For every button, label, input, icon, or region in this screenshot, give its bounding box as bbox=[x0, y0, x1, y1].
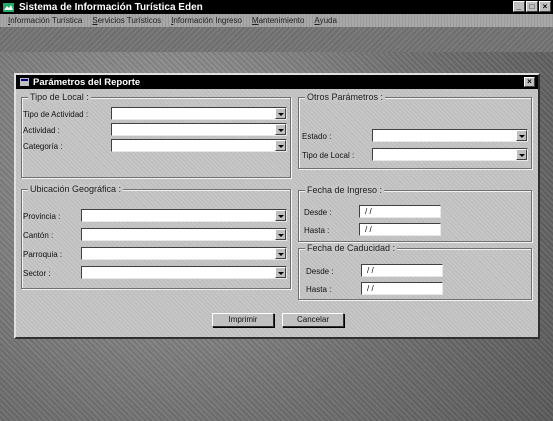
sector-label: Sector : bbox=[23, 269, 51, 278]
fecha-ingreso-legend: Fecha de Ingreso : bbox=[305, 185, 385, 195]
categoria-combo[interactable] bbox=[111, 139, 287, 152]
actividad-label: Actividad : bbox=[23, 126, 60, 135]
tipo-actividad-label: Tipo de Actividad : bbox=[23, 110, 89, 119]
menu-ayuda[interactable]: Ayuda bbox=[312, 16, 339, 25]
otros-parametros-legend: Otros Parámetros : bbox=[305, 92, 386, 102]
caducidad-desde-field[interactable]: / / bbox=[361, 264, 443, 277]
ingreso-hasta-label: Hasta : bbox=[304, 226, 330, 235]
ingreso-hasta-field[interactable]: / / bbox=[359, 223, 441, 236]
imprimir-button[interactable]: Imprimir bbox=[212, 313, 274, 327]
categoria-label: Categoría : bbox=[23, 142, 63, 151]
caducidad-hasta-label: Hasta : bbox=[306, 285, 332, 294]
caducidad-desde-label: Desde : bbox=[306, 267, 334, 276]
chevron-down-icon[interactable] bbox=[275, 248, 286, 259]
canton-combo[interactable] bbox=[81, 228, 287, 241]
close-button[interactable]: × bbox=[539, 1, 551, 12]
report-parameters-dialog: Parámetros del Reporte × Tipo de Local :… bbox=[14, 73, 540, 339]
tipo-local-label: Tipo de Local : bbox=[302, 151, 355, 160]
chevron-down-icon[interactable] bbox=[275, 108, 286, 119]
chevron-down-icon[interactable] bbox=[275, 140, 286, 151]
actividad-combo[interactable] bbox=[111, 123, 287, 136]
caducidad-hasta-field[interactable]: / / bbox=[361, 282, 443, 295]
dialog-titlebar: Parámetros del Reporte × bbox=[16, 75, 538, 89]
parroquia-combo[interactable] bbox=[81, 247, 287, 260]
ingreso-desde-label: Desde : bbox=[304, 208, 332, 217]
sector-combo[interactable] bbox=[81, 266, 287, 279]
parroquia-label: Parroquia : bbox=[23, 250, 63, 259]
main-window: Sistema de Información Turística Eden _ … bbox=[0, 0, 553, 421]
tipo-local-legend: Tipo de Local : bbox=[28, 92, 91, 102]
menu-informacion-turistica[interactable]: Información Turística bbox=[6, 16, 84, 25]
dialog-title: Parámetros del Reporte bbox=[33, 76, 141, 88]
canton-label: Cantón : bbox=[23, 231, 54, 240]
menu-informacion-ingreso[interactable]: Información Ingreso bbox=[169, 16, 244, 25]
chevron-down-icon[interactable] bbox=[516, 130, 527, 141]
ingreso-desde-field[interactable]: / / bbox=[359, 205, 441, 218]
dialog-icon bbox=[20, 78, 29, 86]
chevron-down-icon[interactable] bbox=[275, 267, 286, 278]
menu-mantenimiento[interactable]: Mantenimiento bbox=[250, 16, 306, 25]
app-icon bbox=[3, 2, 14, 12]
tipo-actividad-combo[interactable] bbox=[111, 107, 287, 120]
ubicacion-legend: Ubicación Geográfica : bbox=[28, 184, 124, 194]
toolbar-area bbox=[0, 27, 553, 52]
provincia-combo[interactable] bbox=[81, 209, 287, 222]
tipo-local-combo[interactable] bbox=[372, 148, 528, 161]
menu-servicios-turisticos[interactable]: Servicios Turísticos bbox=[90, 16, 163, 25]
maximize-button[interactable]: □ bbox=[526, 1, 538, 12]
fecha-caducidad-legend: Fecha de Caducidad : bbox=[305, 243, 398, 253]
menubar: Información Turística Servicios Turístic… bbox=[0, 14, 553, 27]
provincia-label: Provincia : bbox=[23, 212, 61, 221]
chevron-down-icon[interactable] bbox=[275, 210, 286, 221]
app-titlebar: Sistema de Información Turística Eden _ … bbox=[0, 0, 553, 14]
estado-label: Estado : bbox=[302, 132, 332, 141]
chevron-down-icon[interactable] bbox=[516, 149, 527, 160]
dialog-close-button[interactable]: × bbox=[524, 77, 535, 87]
estado-combo[interactable] bbox=[372, 129, 528, 142]
chevron-down-icon[interactable] bbox=[275, 124, 286, 135]
minimize-button[interactable]: _ bbox=[513, 1, 525, 12]
cancelar-button[interactable]: Cancelar bbox=[282, 313, 344, 327]
chevron-down-icon[interactable] bbox=[275, 229, 286, 240]
app-title: Sistema de Información Turística Eden bbox=[19, 1, 203, 13]
